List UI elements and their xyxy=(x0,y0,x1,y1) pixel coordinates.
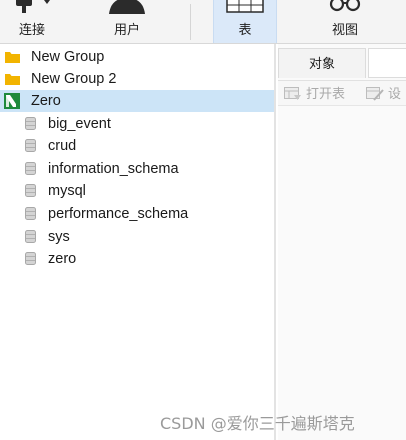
tree-item-zero-connection[interactable]: Zero xyxy=(0,90,274,112)
tree-item-database[interactable]: zero xyxy=(0,248,274,270)
database-icon xyxy=(25,230,36,243)
connection-tree: New Group New Group 2 Zero big_event cru… xyxy=(0,44,276,440)
objects-panel: 对象 打开表 设 xyxy=(278,44,406,440)
table-label: 表 xyxy=(238,22,252,37)
main-toolbar: 连接 用户 表 视图 xyxy=(0,0,406,44)
tab-objects[interactable]: 对象 xyxy=(278,48,366,78)
tree-item-label: New Group 2 xyxy=(31,71,117,87)
tree-item-database[interactable]: sys xyxy=(0,226,274,248)
tree-item-label: crud xyxy=(48,138,77,154)
tree-item-database[interactable]: big_event xyxy=(0,113,274,135)
glasses-icon xyxy=(329,0,361,12)
design-table-icon xyxy=(366,87,384,101)
tree-item-label: Zero xyxy=(31,93,61,109)
tree-item-label: zero xyxy=(48,251,77,267)
database-icon xyxy=(25,252,36,265)
view-button[interactable]: 视图 xyxy=(313,0,377,43)
open-table-label: 打开表 xyxy=(306,86,346,101)
tree-item-database[interactable]: mysql xyxy=(0,180,274,202)
tree-item-label: New Group xyxy=(31,49,105,65)
table-icon xyxy=(226,0,264,13)
connect-label: 连接 xyxy=(18,22,45,37)
database-icon xyxy=(25,162,36,175)
tree-item-label: performance_schema xyxy=(48,206,189,222)
user-label: 用户 xyxy=(113,22,140,37)
user-icon xyxy=(109,0,145,14)
toolbar-separator xyxy=(190,4,191,40)
objects-toolbar: 打开表 设 xyxy=(278,80,406,106)
table-button[interactable]: 表 xyxy=(213,0,277,43)
mysql-connection-icon xyxy=(4,93,20,109)
database-icon xyxy=(25,207,36,220)
tree-item-new-group[interactable]: New Group xyxy=(0,46,274,68)
database-icon xyxy=(25,184,36,197)
connect-button[interactable]: 连接 xyxy=(0,0,64,43)
tree-item-database[interactable]: performance_schema xyxy=(0,203,274,225)
design-table-label: 设 xyxy=(388,86,402,101)
tree-item-database[interactable]: information_schema xyxy=(0,158,274,180)
folder-icon xyxy=(5,52,20,63)
tree-item-database[interactable]: crud xyxy=(0,135,274,157)
watermark-text: CSDN @爱你三千遍斯塔克 xyxy=(160,414,355,433)
database-icon xyxy=(25,117,36,130)
open-table-icon xyxy=(284,87,301,100)
tree-item-label: big_event xyxy=(48,116,111,132)
user-button[interactable]: 用户 xyxy=(92,0,162,43)
plug-icon xyxy=(16,0,50,13)
folder-icon xyxy=(5,74,20,85)
tab-area[interactable] xyxy=(368,48,406,78)
view-label: 视图 xyxy=(331,22,358,37)
tree-item-label: information_schema xyxy=(48,161,179,177)
tree-item-new-group-2[interactable]: New Group 2 xyxy=(0,68,274,90)
database-icon xyxy=(25,139,36,152)
open-table-button[interactable]: 打开表 xyxy=(284,85,356,103)
tree-item-label: mysql xyxy=(48,183,86,199)
design-table-button[interactable]: 设 xyxy=(366,85,406,103)
tree-item-label: sys xyxy=(48,229,70,245)
